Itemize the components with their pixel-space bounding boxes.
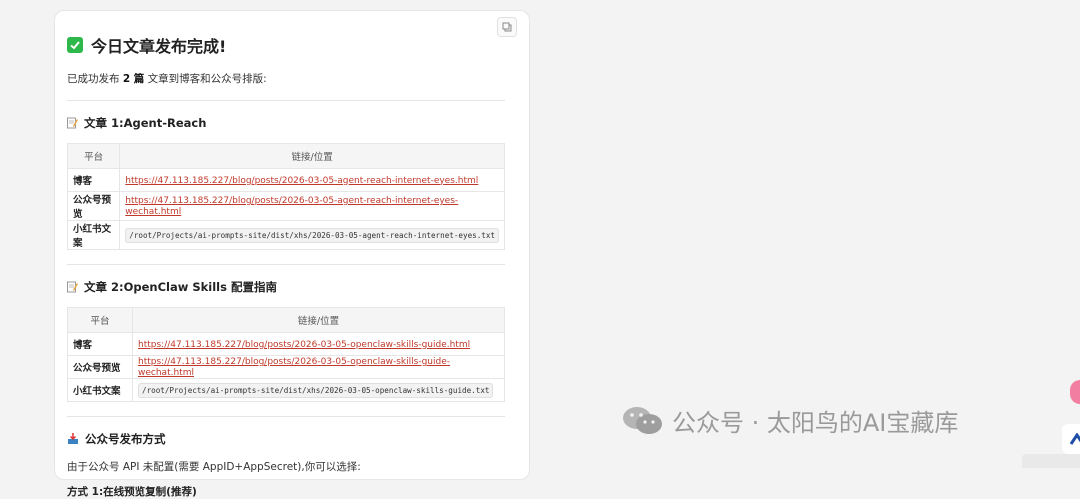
wechat-preview-link[interactable]: https://47.113.185.227/blog/posts/2026-0… — [138, 357, 450, 378]
article-2-table: 平台 链接/位置 博客 https://47.113.185.227/blog/… — [67, 307, 505, 402]
watermark: 公众号 · 太阳鸟的AI宝藏库 — [622, 403, 958, 438]
inbox-tray-icon — [68, 433, 78, 444]
publish-method-1: 方式 1:在线预览复制(推荐) — [67, 486, 197, 498]
article-2-heading: 文章 2:OpenClaw Skills 配置指南 — [67, 279, 505, 295]
article-1-table: 平台 链接/位置 博客 https://47.113.185.227/blog/… — [66, 143, 505, 250]
memo-icon — [67, 117, 78, 129]
table-row: 博客 https://47.113.185.227/blog/posts/202… — [66, 168, 505, 192]
title-text: 今日文章发布完成! — [91, 37, 227, 56]
corner-panel — [1022, 454, 1080, 468]
article-count: 2 篇 — [122, 73, 145, 85]
floating-tool-button[interactable] — [1062, 424, 1080, 454]
table-row: 小红书文案 /root/Projects/ai-prompts-site/dis… — [67, 378, 505, 402]
check-mark-icon — [67, 37, 83, 53]
memo-icon — [67, 281, 78, 293]
publish-heading: 公众号发布方式 — [67, 431, 505, 447]
column-header: 平台 — [67, 307, 133, 333]
blog-link[interactable]: https://47.113.185.227/blog/posts/2026-0… — [138, 340, 470, 350]
table-row: 公众号预览 https://47.113.185.227/blog/posts/… — [67, 355, 505, 379]
table-row: 公众号预览 https://47.113.185.227/blog/posts/… — [66, 191, 505, 221]
blog-link[interactable]: https://47.113.185.227/blog/posts/2026-0… — [125, 176, 478, 186]
floating-assistant-button[interactable] — [1070, 380, 1080, 404]
copy-icon — [502, 22, 512, 32]
column-header: 平台 — [66, 143, 121, 169]
xhs-file-path: /root/Projects/ai-prompts-site/dist/xhs/… — [138, 382, 494, 398]
divider — [67, 416, 505, 417]
intro-text: 已成功发布 2 篇 文章到博客和公众号排版: — [67, 73, 267, 85]
divider — [67, 100, 505, 101]
wechat-preview-link[interactable]: https://47.113.185.227/blog/posts/2026-0… — [125, 196, 458, 217]
article-1-heading: 文章 1:Agent-Reach — [67, 115, 505, 131]
column-header: 链接/位置 — [132, 307, 505, 333]
xhs-file-path: /root/Projects/ai-prompts-site/dist/xhs/… — [125, 227, 499, 243]
column-header: 链接/位置 — [119, 143, 505, 169]
page-title: 今日文章发布完成! — [67, 33, 505, 57]
copy-button[interactable] — [497, 17, 517, 37]
watermark-text: 公众号 · 太阳鸟的AI宝藏库 — [672, 409, 959, 437]
message-card: 今日文章发布完成! 已成功发布 2 篇 文章到博客和公众号排版: 文章 1:Ag… — [54, 10, 530, 498]
wechat-icon — [623, 406, 662, 434]
table-row: 小红书文案 /root/Projects/ai-prompts-site/dis… — [66, 220, 505, 250]
table-row: 博客 https://47.113.185.227/blog/posts/202… — [67, 332, 505, 356]
caret-up-icon — [1069, 433, 1080, 445]
divider — [67, 264, 505, 265]
